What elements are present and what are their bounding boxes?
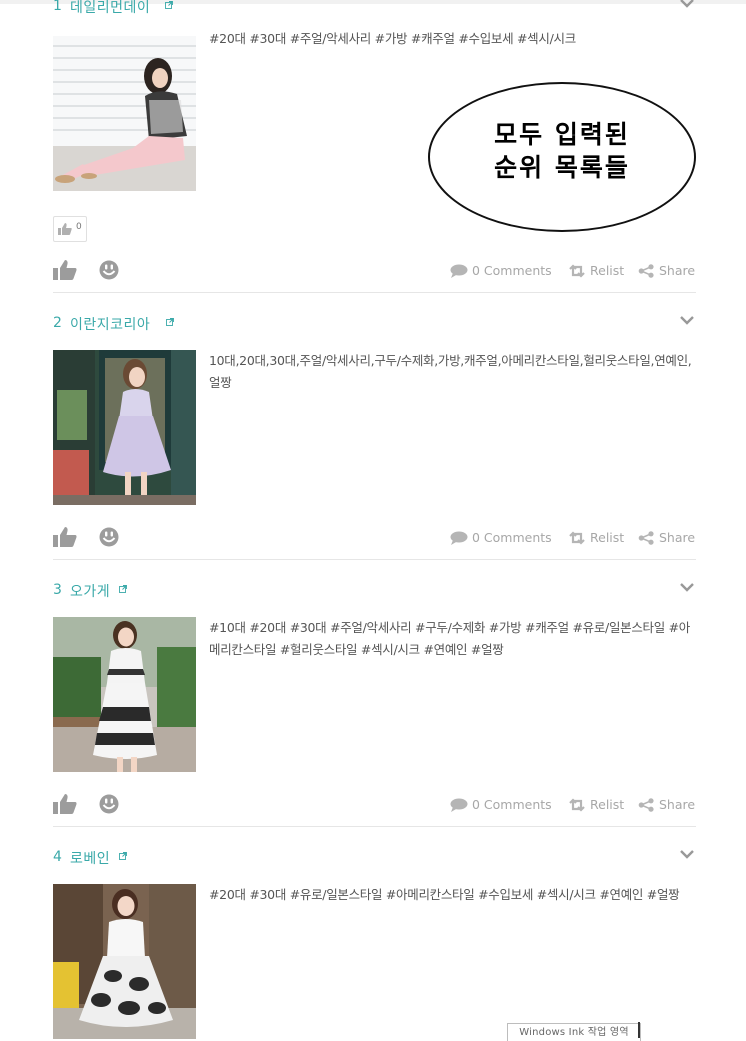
item-divider [53,826,696,827]
retweet-icon [569,798,585,812]
item-actions: 0 Comments Relist Share [53,527,696,549]
relist-label: Relist [590,263,625,278]
callout-line-1: 모두 입력된 [494,120,630,149]
smiley-icon[interactable] [99,260,119,280]
smiley-icon[interactable] [99,794,119,814]
relist-link[interactable]: Relist [568,797,624,812]
item-divider [53,559,696,560]
comments-link[interactable]: 0 Comments [450,263,552,278]
item-actions: 0 Comments Relist Share [53,794,696,816]
list-item: 3 오가게 #10대 #20대 #30대 #주얼/악세사리 #구두/수제화 #가… [53,578,696,828]
relist-link[interactable]: Relist [568,263,624,278]
retweet-icon [569,531,585,545]
shop-name-link[interactable]: 오가게 [70,581,110,601]
share-link[interactable]: Share [638,530,695,545]
item-header: 4 로베인 [53,845,696,869]
thumbs-up-icon[interactable] [53,527,77,547]
relist-label: Relist [590,797,625,812]
share-icon [638,264,654,278]
share-icon [638,531,654,545]
external-link-icon[interactable] [119,585,127,593]
speech-bubble-icon [450,531,468,545]
text-cursor [638,1022,640,1038]
speech-bubble-icon [450,264,468,278]
comments-label: 0 Comments [472,263,552,278]
shop-name-link[interactable]: 데일리먼데이 [70,0,150,17]
shop-name-link[interactable]: 이란지코리아 [70,314,150,334]
shop-tags: #10대 #20대 #30대 #주얼/악세사리 #구두/수제화 #가방 #캐주얼… [209,620,691,657]
share-label: Share [659,263,696,278]
share-label: Share [659,797,696,812]
retweet-icon [569,264,585,278]
rank-number: 4 [53,849,62,865]
callout-line-2: 순위 목록들 [494,153,630,182]
comments-link[interactable]: 0 Comments [450,530,552,545]
shop-tags: #20대 #30대 #주얼/악세사리 #가방 #캐주얼 #수입보세 #섹시/시크 [209,31,576,46]
shop-thumbnail[interactable] [53,617,196,772]
share-label: Share [659,530,696,545]
smiley-icon[interactable] [99,527,119,547]
item-divider [53,292,696,293]
shop-thumbnail[interactable] [53,350,196,505]
item-header: 2 이란지코리아 [53,311,696,335]
thumbs-up-icon [58,223,72,235]
list-item: 2 이란지코리아 10대,20대,30대,주얼/악세사리,구두/수제화,가방,캐… [53,311,696,561]
thumbs-up-icon[interactable] [53,794,77,814]
external-link-icon[interactable] [166,318,174,326]
like-counter-button[interactable]: 0 [53,216,87,242]
item-header: 3 오가게 [53,578,696,602]
share-link[interactable]: Share [638,263,695,278]
chevron-down-icon[interactable] [678,314,696,328]
chevron-down-icon[interactable] [678,848,696,862]
callout-text: 모두 입력된 순위 목록들 [430,118,694,184]
rank-number: 1 [53,0,62,14]
shop-thumbnail[interactable] [53,36,196,191]
annotation-callout: 모두 입력된 순위 목록들 [428,82,696,232]
shop-tags: 10대,20대,30대,주얼/악세사리,구두/수제화,가방,캐주얼,아메리칸스타… [209,353,692,390]
item-actions: 0 Comments Relist Share [53,260,696,282]
shop-name-link[interactable]: 로베인 [70,848,110,868]
comments-link[interactable]: 0 Comments [450,797,552,812]
chevron-down-icon[interactable] [678,581,696,595]
external-link-icon[interactable] [165,1,173,9]
relist-label: Relist [590,530,625,545]
shop-tags: #20대 #30대 #유로/일본스타일 #아메리칸스타일 #수입보세 #섹시/시… [209,887,680,902]
speech-bubble-icon [450,798,468,812]
share-link[interactable]: Share [638,797,695,812]
external-link-icon[interactable] [119,852,127,860]
shop-thumbnail[interactable] [53,884,196,1039]
list-item: 4 로베인 #20대 #30대 #유로/일본스타일 #아메리칸스타일 #수입보세… [53,845,696,1040]
rank-number: 3 [53,582,62,598]
rank-number: 2 [53,315,62,331]
like-count: 0 [76,222,82,232]
windows-ink-workspace-label[interactable]: Windows Ink 작업 영역 [507,1023,641,1041]
comments-label: 0 Comments [472,797,552,812]
share-icon [638,798,654,812]
relist-link[interactable]: Relist [568,530,624,545]
chevron-down-icon[interactable] [678,0,696,11]
thumbs-up-icon[interactable] [53,260,77,280]
comments-label: 0 Comments [472,530,552,545]
item-header: 1 데일리먼데이 [53,0,696,18]
